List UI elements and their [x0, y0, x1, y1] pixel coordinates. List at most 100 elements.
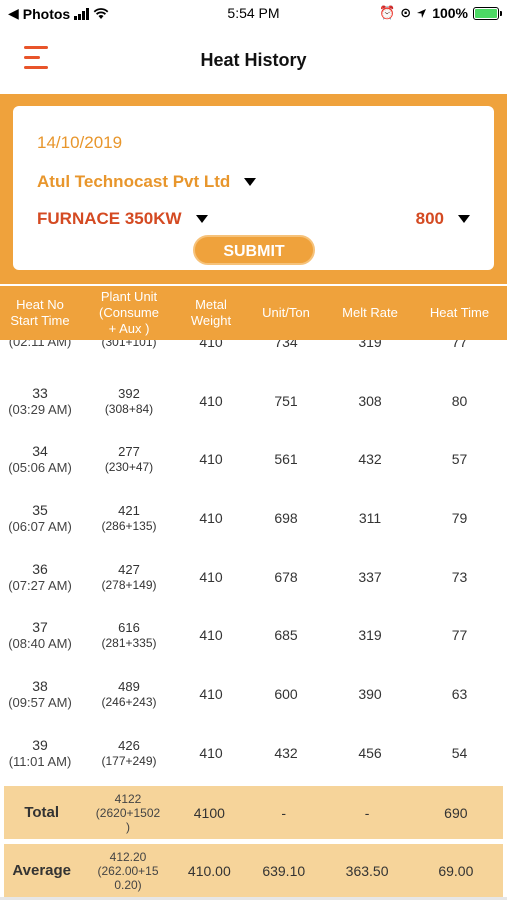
cell-plant-unit-unit: 426	[118, 737, 140, 753]
cell-melt-rate: 308	[328, 372, 412, 431]
cell-melt-rate-melt-rate: 319	[358, 340, 382, 350]
cell-plant-unit: 392 (308+84)	[80, 372, 178, 431]
cell-melt-rate-melt-rate: 308	[358, 392, 382, 409]
col-unit-ton: Unit/Ton	[262, 305, 310, 320]
cell-heat-no-heat-no: 34	[32, 443, 48, 460]
cell-plant-unit-unit-split: (177+249)	[101, 753, 157, 768]
cell-heat-no: (02:11 AM)	[0, 340, 80, 372]
cell-heat-time: 77	[412, 340, 507, 372]
cell-plant-unit-unit: 392	[118, 385, 140, 401]
cell-metal-weight: 410	[178, 548, 244, 607]
cell-unit-ton-unit-ton: 561	[274, 451, 298, 468]
cell-plant-unit-unit: 277	[118, 444, 140, 460]
cell-melt-rate: 319	[328, 340, 412, 372]
cell-heat-time-heat-time: 77	[451, 627, 468, 644]
cell-metal-weight-weight: 410	[199, 744, 223, 761]
cell-heat-no: 37 (08:40 AM)	[0, 606, 80, 665]
cell-metal-weight-weight: 410	[199, 451, 223, 468]
cell-plant-unit-unit-split: (278+149)	[101, 577, 157, 592]
cell-unit-ton-unit-ton: 751	[274, 392, 298, 409]
cell-heat-no-start: (08:40 AM)	[8, 636, 72, 652]
cell-melt-rate: 319	[328, 606, 412, 665]
cell-unit-ton: 751	[244, 372, 328, 431]
average-plant-unit: 412.20 (262.00+15 0.20)	[97, 849, 159, 892]
table-body[interactable]: (02:11 AM) (301+101) 410 734 319 77 33 (03:29 A…	[0, 340, 507, 780]
cell-heat-no-start: (02:11 AM)	[8, 340, 72, 350]
date-picker[interactable]: 14/10/2019	[37, 133, 122, 153]
alarm-icon: ⏰	[379, 5, 396, 20]
cell-plant-unit: 616 (281+335)	[80, 606, 178, 665]
cell-heat-no: 38 (09:57 AM)	[0, 665, 80, 724]
col-metal-weight: Metal Weight	[190, 297, 232, 328]
cell-melt-rate: 432	[328, 430, 412, 489]
table-row[interactable]: 33 (03:29 AM) 392 (308+84) 410 751 308 80	[0, 372, 507, 431]
cell-heat-no-start: (05:06 AM)	[8, 460, 72, 476]
cell-heat-no-start: (06:07 AM)	[8, 518, 72, 534]
cell-metal-weight: 410	[178, 665, 244, 724]
cell-heat-no: 33 (03:29 AM)	[0, 372, 80, 431]
cell-unit-ton-unit-ton: 600	[274, 685, 298, 702]
cell-heat-no-start: (11:01 AM)	[8, 753, 72, 769]
cell-metal-weight-weight: 410	[199, 685, 223, 702]
cell-melt-rate-melt-rate: 390	[358, 685, 382, 702]
col-melt-rate: Melt Rate	[342, 305, 398, 320]
cell-unit-ton-unit-ton: 734	[274, 340, 298, 350]
cell-metal-weight-weight: 410	[199, 509, 223, 526]
cell-metal-weight-weight: 410	[199, 392, 223, 409]
total-plant-unit: 4122 (2620+1502 )	[95, 791, 161, 834]
average-metal-weight: 410.00	[187, 862, 231, 879]
cell-heat-time-heat-time: 63	[451, 685, 468, 702]
table-row[interactable]: 34 (05:06 AM) 277 (230+47) 410 561 432 57	[0, 430, 507, 489]
cell-heat-no-start: (03:29 AM)	[8, 401, 72, 417]
furnace-dropdown[interactable]: FURNACE 350KW	[37, 209, 208, 229]
table-row[interactable]: 37 (08:40 AM) 616 (281+335) 410 685 319 77	[0, 606, 507, 665]
company-dropdown[interactable]: Atul Technocast Pvt Ltd	[37, 172, 257, 192]
cell-heat-no: 34 (05:06 AM)	[0, 430, 80, 489]
status-icons: ⏰ ⊙ 100%	[379, 5, 502, 21]
cell-melt-rate-melt-rate: 337	[358, 568, 382, 585]
cell-metal-weight: 410	[178, 489, 244, 548]
average-row: Average 412.20 (262.00+15 0.20) 410.00 6…	[4, 844, 503, 897]
location-icon	[417, 8, 427, 18]
cell-unit-ton: 600	[244, 665, 328, 724]
cell-heat-no: 35 (06:07 AM)	[0, 489, 80, 548]
average-heat-time: 69.00	[438, 862, 474, 879]
cell-plant-unit-unit: 421	[118, 502, 140, 518]
cell-unit-ton-unit-ton: 685	[274, 627, 298, 644]
table-row[interactable]: 36 (07:27 AM) 427 (278+149) 410 678 337 73	[0, 548, 507, 607]
cell-plant-unit-unit-split: (286+135)	[101, 518, 157, 533]
col-plant-unit: Plant Unit (Consume + Aux )	[99, 289, 159, 336]
table-row[interactable]: (02:11 AM) (301+101) 410 734 319 77	[0, 340, 507, 372]
cell-unit-ton-unit-ton: 698	[274, 509, 298, 526]
cell-plant-unit-unit-split: (308+84)	[104, 401, 154, 416]
cell-melt-rate: 456	[328, 724, 412, 780]
cell-melt-rate-melt-rate: 456	[358, 744, 382, 761]
filter-card: 14/10/2019 Atul Technocast Pvt Ltd FURNA…	[13, 106, 494, 270]
cell-plant-unit-unit: 489	[118, 678, 140, 694]
col-heat-time: Heat Time	[429, 305, 490, 320]
table-row[interactable]: 38 (09:57 AM) 489 (246+243) 410 600 390 63	[0, 665, 507, 724]
page-title: Heat History	[200, 50, 307, 70]
capacity-dropdown[interactable]: 800	[416, 209, 470, 229]
total-row: Total 4122 (2620+1502 ) 4100 - - 690	[4, 786, 503, 839]
cell-heat-time-heat-time: 79	[451, 509, 468, 526]
cell-plant-unit-unit-split: (301+101)	[101, 340, 157, 349]
cell-melt-rate-melt-rate: 311	[358, 509, 382, 526]
table-row[interactable]: 39 (11:01 AM) 426 (177+249) 410 432 456 54	[0, 724, 507, 780]
cell-metal-weight: 410	[178, 340, 244, 372]
total-melt-rate: -	[364, 804, 370, 821]
cell-heat-time: 80	[412, 372, 507, 431]
cell-plant-unit: (301+101)	[80, 340, 178, 372]
cell-unit-ton: 432	[244, 724, 328, 780]
table-row[interactable]: 35 (06:07 AM) 421 (286+135) 410 698 311 79	[0, 489, 507, 548]
total-heat-time: 690	[444, 804, 468, 821]
submit-button[interactable]: SUBMIT	[193, 235, 315, 265]
col-heat-no: Heat No Start Time	[10, 297, 70, 328]
cell-heat-no-heat-no: 37	[32, 619, 48, 636]
company-label: Atul Technocast Pvt Ltd	[37, 172, 231, 191]
cell-unit-ton: 698	[244, 489, 328, 548]
cell-plant-unit: 421 (286+135)	[80, 489, 178, 548]
cell-heat-no-start: (07:27 AM)	[8, 577, 72, 593]
cell-unit-ton: 561	[244, 430, 328, 489]
nav-bar: Heat History	[0, 28, 507, 94]
